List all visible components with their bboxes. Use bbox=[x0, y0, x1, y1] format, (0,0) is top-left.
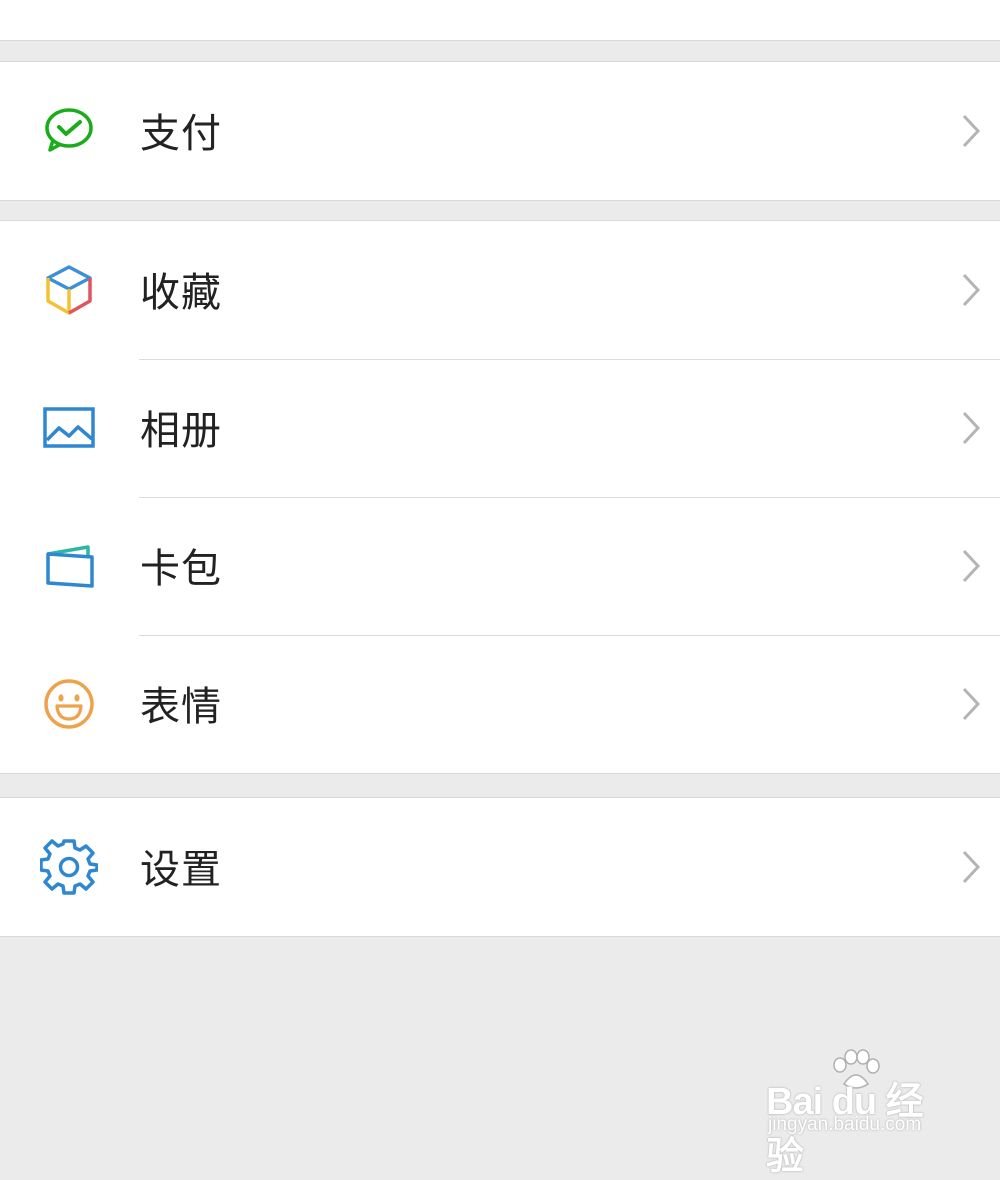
menu-group-settings: 设置 bbox=[0, 797, 1000, 937]
menu-item-pay[interactable]: 支付 bbox=[0, 62, 1000, 200]
chevron-right-icon bbox=[962, 687, 981, 721]
wechat-pay-icon bbox=[40, 102, 98, 160]
chevron-right-icon bbox=[962, 850, 981, 884]
menu-group-content: 收藏 相册 卡包 表情 bbox=[0, 220, 1000, 774]
menu-group-pay: 支付 bbox=[0, 61, 1000, 201]
chevron-right-icon bbox=[962, 273, 981, 307]
menu-item-settings[interactable]: 设置 bbox=[0, 798, 1000, 936]
favorites-cube-icon bbox=[40, 261, 98, 319]
menu-item-label: 支付 bbox=[140, 110, 222, 157]
menu-item-label: 收藏 bbox=[140, 269, 222, 316]
baidu-jingyan-watermark: Bai du 经验 jingyan.baidu.com bbox=[766, 1048, 956, 1178]
smiley-face-icon bbox=[40, 675, 98, 733]
menu-item-label: 表情 bbox=[140, 683, 222, 730]
menu-item-label: 相册 bbox=[140, 407, 222, 454]
top-panel bbox=[0, 0, 1000, 41]
album-picture-icon bbox=[40, 399, 98, 457]
menu-item-stickers[interactable]: 表情 bbox=[0, 635, 1000, 773]
chevron-right-icon bbox=[962, 114, 981, 148]
card-wallet-icon bbox=[40, 537, 98, 595]
chevron-right-icon bbox=[962, 411, 981, 445]
menu-item-label: 设置 bbox=[140, 846, 222, 893]
menu-item-label: 卡包 bbox=[140, 545, 222, 592]
menu-item-album[interactable]: 相册 bbox=[0, 359, 1000, 497]
watermark-url: jingyan.baidu.com bbox=[768, 1114, 922, 1135]
gear-icon bbox=[40, 838, 98, 896]
chevron-right-icon bbox=[962, 549, 981, 583]
menu-item-cards[interactable]: 卡包 bbox=[0, 497, 1000, 635]
menu-item-favorites[interactable]: 收藏 bbox=[0, 221, 1000, 359]
